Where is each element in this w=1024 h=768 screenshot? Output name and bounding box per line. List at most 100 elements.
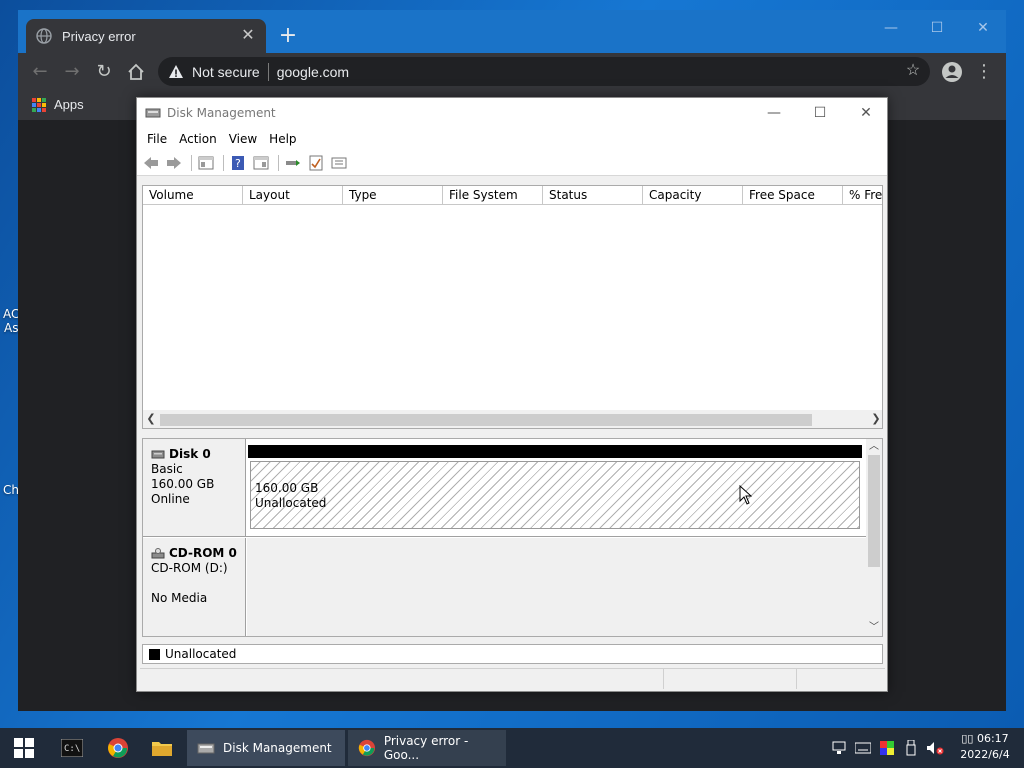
more-menu-icon[interactable]: ⋮ xyxy=(972,60,996,84)
desktop-icon-label[interactable]: Ch xyxy=(3,483,19,497)
minimize-button[interactable]: — xyxy=(868,14,914,42)
settings-icon[interactable] xyxy=(329,154,349,172)
status-bar xyxy=(140,668,885,689)
disk-name-row: Disk 0 xyxy=(151,447,245,462)
chrome-taskbar-icon[interactable] xyxy=(98,728,138,768)
keyboard-icon[interactable] xyxy=(854,740,872,756)
back-icon[interactable]: ← xyxy=(28,60,52,84)
apps-grid-dot xyxy=(37,107,41,112)
dm-titlebar[interactable]: Disk Management — ☐ ✕ xyxy=(137,98,887,128)
browser-tab[interactable]: Privacy error ✕ xyxy=(26,19,266,53)
home-icon[interactable] xyxy=(124,60,148,84)
disk-type: CD-ROM (D:) xyxy=(151,561,228,575)
back-icon[interactable] xyxy=(141,154,161,172)
forward-icon[interactable] xyxy=(164,154,184,172)
taskbar-button-disk-management[interactable]: Disk Management xyxy=(187,730,345,766)
apps-grid-dot xyxy=(42,102,46,107)
scrollbar-thumb[interactable] xyxy=(160,414,812,426)
disk-name: Disk 0 xyxy=(169,447,211,461)
column-header-percent-free[interactable]: % Free xyxy=(843,186,882,205)
new-tab-button[interactable]: + xyxy=(276,24,300,48)
console-tree-icon[interactable] xyxy=(196,154,216,172)
disk-size: 160.00 GB xyxy=(151,477,215,491)
column-header-status[interactable]: Status xyxy=(543,186,643,205)
properties-icon[interactable] xyxy=(251,154,271,172)
maximize-button[interactable]: ☐ xyxy=(797,98,843,128)
warning-icon[interactable] xyxy=(168,64,184,80)
empty-media-region[interactable] xyxy=(247,538,866,636)
forward-icon[interactable]: → xyxy=(60,60,84,84)
disk-type: Basic xyxy=(151,462,183,476)
column-header-free-space[interactable]: Free Space xyxy=(743,186,843,205)
menu-view[interactable]: View xyxy=(223,132,263,146)
network-icon[interactable] xyxy=(830,740,848,756)
url-text[interactable]: google.com xyxy=(277,64,349,80)
column-header-type[interactable]: Type xyxy=(343,186,443,205)
scroll-down-icon[interactable]: ﹀ xyxy=(866,620,882,636)
scroll-up-icon[interactable]: ︿ xyxy=(866,439,882,455)
scroll-right-icon[interactable]: ❯ xyxy=(868,410,882,428)
tab-close-icon[interactable]: ✕ xyxy=(240,28,256,44)
svg-text:?: ? xyxy=(235,157,241,170)
vertical-scrollbar[interactable]: ︿ ﹀ xyxy=(866,439,882,636)
horizontal-scrollbar[interactable]: ❮ ❯ xyxy=(143,410,882,428)
column-header-file-system[interactable]: File System xyxy=(443,186,543,205)
start-button[interactable] xyxy=(4,728,44,768)
legend-bar: Unallocated xyxy=(142,644,883,664)
apps-grid-dot xyxy=(32,102,36,107)
scroll-left-icon[interactable]: ❮ xyxy=(143,410,159,428)
profile-icon[interactable] xyxy=(940,60,964,84)
clock-prefix: ▯▯ xyxy=(961,732,974,745)
disk-status: No Media xyxy=(151,591,208,605)
cd-rom-icon xyxy=(151,548,165,559)
menu-help[interactable]: Help xyxy=(263,132,302,146)
partition-color-bar xyxy=(248,445,862,458)
security-status[interactable]: Not secure xyxy=(192,64,260,80)
disk-info[interactable]: Disk 0 Basic 160.00 GB Online xyxy=(143,439,246,536)
globe-icon xyxy=(36,28,52,44)
apps-grid-dot xyxy=(32,107,36,112)
disk-info[interactable]: CD-ROM 0 CD-ROM (D:) No Media xyxy=(143,538,246,636)
help-icon[interactable]: ? xyxy=(228,154,248,172)
disk-management-icon xyxy=(145,108,161,118)
maximize-button[interactable]: ☐ xyxy=(914,14,960,42)
apps-shortcut[interactable]: Apps xyxy=(32,97,84,112)
menu-action[interactable]: Action xyxy=(173,132,223,146)
apps-grid-icon xyxy=(32,97,46,112)
apps-grid-dot xyxy=(32,97,36,102)
window-title: Disk Management xyxy=(167,106,276,120)
volume-muted-icon[interactable] xyxy=(926,740,944,756)
close-button[interactable]: ✕ xyxy=(960,14,1006,42)
system-clock[interactable]: ▯▯ 06:17 2022/6/4 xyxy=(950,731,1020,763)
reload-icon[interactable]: ↻ xyxy=(92,60,116,84)
file-explorer-taskbar-icon[interactable] xyxy=(142,728,182,768)
close-button[interactable]: ✕ xyxy=(843,98,889,128)
connect-icon[interactable] xyxy=(283,154,303,172)
disk-map: Disk 0 Basic 160.00 GB Online 160.00 GB … xyxy=(142,438,883,637)
status-segment xyxy=(663,669,796,689)
chrome-icon xyxy=(358,739,376,757)
chrome-titlebar[interactable]: Privacy error ✕ + — ☐ ✕ xyxy=(18,10,1006,53)
partition-block[interactable]: 160.00 GB Unallocated xyxy=(248,445,862,533)
menu-bar: File Action View Help xyxy=(137,128,887,150)
column-header-capacity[interactable]: Capacity xyxy=(643,186,743,205)
check-icon[interactable] xyxy=(306,154,326,172)
menu-file[interactable]: File xyxy=(141,132,173,146)
taskbar-button-chrome[interactable]: Privacy error - Goo... xyxy=(348,730,506,766)
disk-size xyxy=(151,576,245,591)
disk-management-icon xyxy=(197,743,215,754)
scrollbar-thumb[interactable] xyxy=(868,455,880,567)
unallocated-region[interactable]: 160.00 GB Unallocated xyxy=(250,461,860,529)
tab-title: Privacy error xyxy=(62,28,136,44)
address-bar[interactable]: Not secure google.com ☆ xyxy=(158,57,930,86)
column-header-volume[interactable]: Volume xyxy=(143,186,243,205)
desktop-icon-label[interactable]: As xyxy=(4,321,18,335)
column-header-layout[interactable]: Layout xyxy=(243,186,343,205)
terminal-taskbar-icon[interactable]: C:\ xyxy=(52,728,92,768)
minimize-button[interactable]: — xyxy=(751,98,797,128)
desktop-icon-label[interactable]: AC xyxy=(3,307,19,321)
usb-icon[interactable] xyxy=(902,740,920,756)
bookmark-star-icon[interactable]: ☆ xyxy=(904,62,922,80)
display-icon[interactable] xyxy=(878,740,896,756)
toolbar-divider xyxy=(191,154,192,171)
